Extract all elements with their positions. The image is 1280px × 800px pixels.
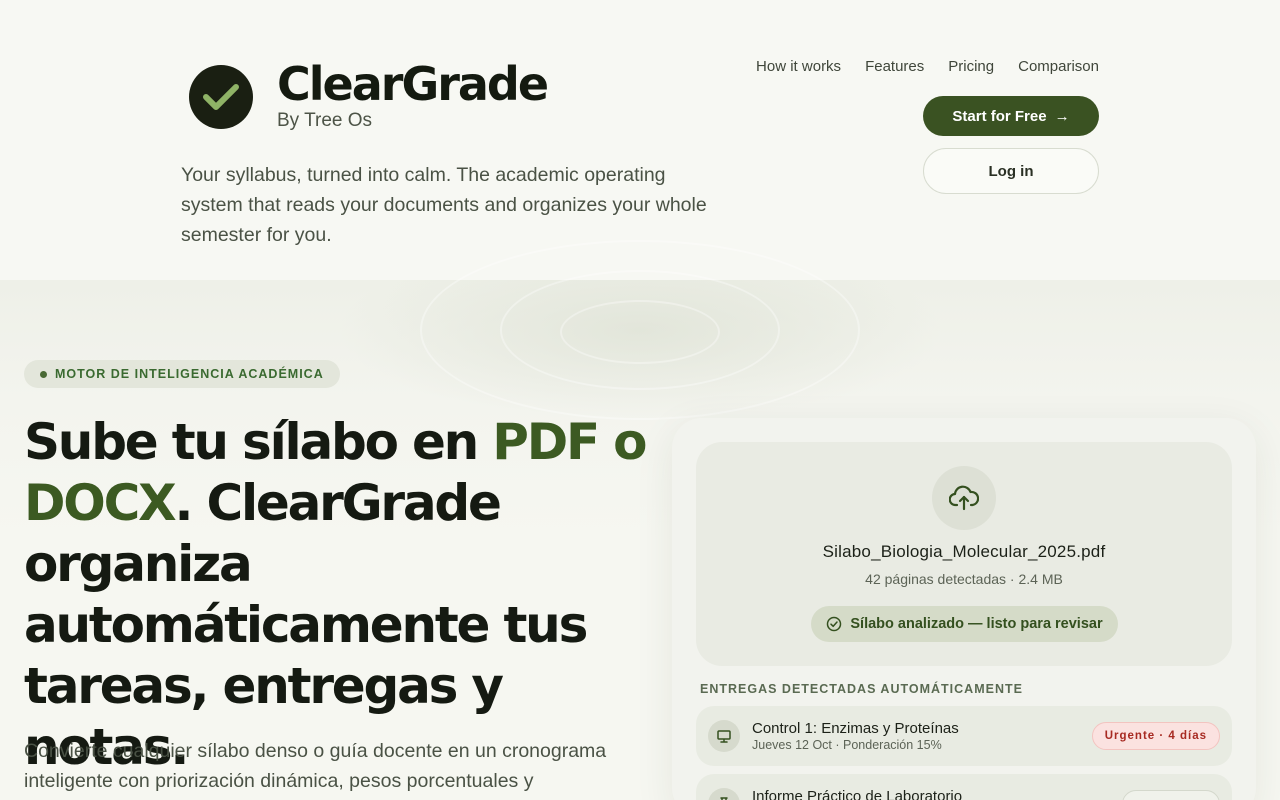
- brand-subtitle: By Tree Os: [277, 110, 373, 131]
- arrow-right-icon: →: [1054, 107, 1070, 125]
- engine-chip: MOTOR DE INTELIGENCIA ACADÉMICA: [24, 360, 340, 388]
- chip-label: MOTOR DE INTELIGENCIA ACADÉMICA: [55, 367, 324, 381]
- delivery-meta: Jueves 12 Oct · Ponderación 15%: [752, 738, 942, 752]
- login-button[interactable]: Log in: [923, 148, 1099, 194]
- delivery-item[interactable]: Informe Práctico de Laboratorio: [696, 774, 1232, 800]
- flask-icon: [708, 788, 740, 800]
- nav-features[interactable]: Features: [865, 57, 924, 77]
- nav-pricing[interactable]: Pricing: [948, 57, 994, 77]
- hero-lead: Convierte cualquier sílabo denso o guía …: [24, 740, 607, 792]
- check-circle-icon: [827, 616, 842, 632]
- urgent-badge: Urgente · 4 días: [1091, 722, 1220, 750]
- presentation-icon: [708, 720, 740, 752]
- syllabus-preview-card: Silabo_Biologia_Molecular_2025.pdf 42 pá…: [672, 418, 1256, 800]
- main-nav: How it works Features Pricing Comparison: [756, 57, 1099, 77]
- delivery-title: Informe Práctico de Laboratorio: [752, 788, 963, 800]
- file-name: Silabo_Biologia_Molecular_2025.pdf: [822, 542, 1106, 561]
- chip-dot-icon: [40, 370, 47, 378]
- delivery-item[interactable]: Control 1: Enzimas y Proteínas Jueves 12…: [696, 706, 1232, 766]
- brand[interactable]: ClearGrade By Tree Os: [189, 57, 549, 132]
- nav-how-it-works[interactable]: How it works: [756, 57, 841, 77]
- start-free-button[interactable]: Start for Free →: [923, 96, 1099, 136]
- tagline: Your syllabus, turned into calm. The aca…: [181, 164, 707, 246]
- analysis-status-text: Sílabo analizado — listo para revisar: [850, 616, 1103, 632]
- status-badge: [1122, 790, 1220, 800]
- delivery-title: Control 1: Enzimas y Proteínas: [752, 720, 959, 737]
- file-meta: 42 páginas detectadas · 2.4 MB: [865, 571, 1063, 587]
- analysis-status-badge: Sílabo analizado — listo para revisar: [811, 606, 1118, 642]
- brand-name: ClearGrade: [277, 57, 549, 111]
- cloud-upload-icon: [932, 466, 996, 530]
- hero-headline: Sube tu sílabo en PDF o DOCX. ClearGrade…: [24, 412, 664, 778]
- deliveries-label: ENTREGAS DETECTADAS AUTOMÁTICAMENTE: [700, 682, 1023, 696]
- logo-check-icon: [189, 65, 253, 129]
- headline-part1: Sube tu sílabo en: [24, 413, 493, 471]
- site-header: ClearGrade By Tree Os Your syllabus, tur…: [0, 0, 1280, 280]
- nav-comparison[interactable]: Comparison: [1018, 57, 1099, 77]
- start-free-label: Start for Free: [952, 107, 1047, 125]
- upload-dropzone[interactable]: Silabo_Biologia_Molecular_2025.pdf 42 pá…: [696, 442, 1232, 666]
